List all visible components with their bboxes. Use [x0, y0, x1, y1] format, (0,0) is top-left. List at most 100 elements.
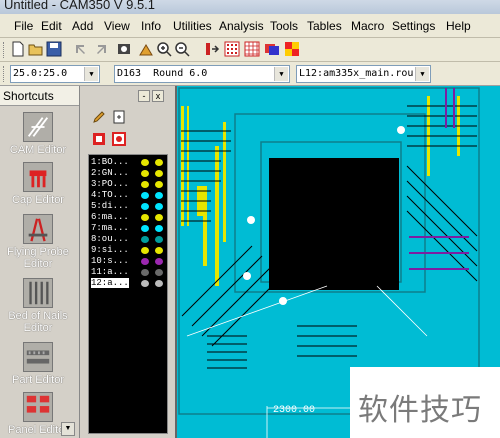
layer-color-swatch[interactable] [141, 192, 149, 199]
shortcut-cam-editor[interactable]: CAM Editor [0, 112, 76, 156]
save-icon[interactable] [46, 41, 62, 57]
cam-editor-icon [23, 112, 53, 142]
layer-color-swatch[interactable] [141, 247, 149, 254]
layer-color-swatch[interactable] [141, 258, 149, 265]
chevron-down-icon[interactable]: ▼ [274, 67, 288, 81]
layer-item[interactable]: 4:TO... [91, 190, 167, 201]
layer-item[interactable]: 6:ma... [91, 212, 167, 223]
layer-color-swatch[interactable] [141, 203, 149, 210]
layer-item[interactable]: 2:GN... [91, 168, 167, 179]
dcode-select-value: D163 Round 6.0 [117, 68, 208, 79]
layer-color-swatch[interactable] [155, 269, 163, 276]
close-button[interactable]: x [152, 90, 164, 102]
redo-icon[interactable] [94, 41, 110, 57]
layer-color-swatch[interactable] [141, 181, 149, 188]
layer-color-swatch[interactable] [155, 159, 163, 166]
layer-label: 3:PO... [91, 179, 129, 189]
layer-color-swatch[interactable] [141, 159, 149, 166]
redraw-icon[interactable] [116, 41, 132, 57]
layer-item[interactable]: 9:si... [91, 245, 167, 256]
layer-delete-icon[interactable] [112, 132, 126, 146]
toolbar-grip[interactable] [3, 42, 6, 58]
menu-file[interactable]: File [14, 19, 33, 33]
menu-info[interactable]: Info [141, 19, 161, 33]
layer-color-swatch[interactable] [155, 258, 163, 265]
part-editor-icon [23, 342, 53, 372]
shortcut-flying-probe[interactable]: Flying Probe Editor [0, 214, 76, 270]
layer-color-swatch[interactable] [141, 170, 149, 177]
chevron-down-icon[interactable]: ▼ [415, 67, 429, 81]
combobar-grip[interactable] [3, 66, 6, 82]
layer-item[interactable]: 10:s... [91, 256, 167, 267]
layer-item[interactable]: 1:BO... [91, 157, 167, 168]
dcode-select[interactable]: D163 Round 6.0 ▼ [114, 65, 290, 83]
menu-tools[interactable]: Tools [270, 19, 298, 33]
menu-settings[interactable]: Settings [392, 19, 435, 33]
scroll-down-button[interactable]: ▼ [61, 422, 75, 436]
layer-color-swatch[interactable] [155, 247, 163, 254]
shortcuts-header: Shortcuts [0, 86, 79, 106]
grid-icon[interactable] [224, 41, 240, 57]
menu-tables[interactable]: Tables [307, 19, 342, 33]
shortcuts-panel: Shortcuts CAM Editor Cap Editor Flying P… [0, 86, 80, 438]
layer-color-swatch[interactable] [155, 214, 163, 221]
chevron-down-icon[interactable]: ▼ [84, 67, 98, 81]
layer-item[interactable]: 7:ma... [91, 223, 167, 234]
combo-bar: 25.0:25.0 ▼ D163 Round 6.0 ▼ L12:am335x_… [0, 62, 500, 86]
pan-icon[interactable] [204, 41, 220, 57]
pencil-icon[interactable] [92, 110, 106, 124]
layer-item-active[interactable]: 12:a... [91, 278, 167, 289]
menu-edit[interactable]: Edit [41, 19, 62, 33]
layer-item[interactable]: 5:di... [91, 201, 167, 212]
layer-label: 5:di... [91, 201, 129, 211]
layer-label: 9:si... [91, 245, 129, 255]
layer-color-swatch[interactable] [155, 280, 163, 287]
layer-color-swatch[interactable] [155, 181, 163, 188]
dimension-label: 2300.00 [273, 405, 315, 416]
shortcut-part-editor[interactable]: Part Editor [0, 342, 76, 386]
layer-add-icon[interactable] [112, 110, 126, 124]
clear-icon[interactable] [138, 41, 154, 57]
menu-help[interactable]: Help [446, 19, 471, 33]
layers-icon[interactable] [264, 41, 280, 57]
layer-item[interactable]: 11:a... [91, 267, 167, 278]
layer-color-swatch[interactable] [155, 236, 163, 243]
grid-alt-icon[interactable] [244, 41, 260, 57]
layer-color-swatch[interactable] [141, 236, 149, 243]
layer-label: 2:GN... [91, 168, 129, 178]
shortcut-bed-of-nails[interactable]: Bed of Nails Editor [0, 278, 76, 334]
layer-color-swatch[interactable] [155, 225, 163, 232]
title-bar: Untitled - CAM350 V 9.5.1 [0, 0, 500, 14]
layer-label: 8:ou... [91, 234, 129, 244]
layer-color-swatch[interactable] [155, 170, 163, 177]
layer-color-swatch[interactable] [141, 269, 149, 276]
layer-item[interactable]: 8:ou... [91, 234, 167, 245]
zoom-in-icon[interactable] [156, 41, 172, 57]
layer-label: 12:a... [91, 278, 129, 288]
menu-utilities[interactable]: Utilities [173, 19, 212, 33]
menu-view[interactable]: View [104, 19, 130, 33]
undo-icon[interactable] [72, 41, 88, 57]
layer-color-swatch[interactable] [141, 225, 149, 232]
layer-label: 4:TO... [91, 190, 129, 200]
menu-analysis[interactable]: Analysis [219, 19, 264, 33]
open-file-icon[interactable] [28, 41, 44, 57]
menu-add[interactable]: Add [72, 19, 93, 33]
zoom-out-icon[interactable] [174, 41, 190, 57]
layer-color-swatch[interactable] [155, 203, 163, 210]
shortcut-cap-editor[interactable]: Cap Editor [0, 162, 76, 206]
window-title: Untitled - CAM350 V 9.5.1 [4, 0, 156, 12]
layer-select[interactable]: L12:am335x_main.rou ▼ [296, 65, 431, 83]
menu-bar: File Edit Add View Info Utilities Analys… [0, 14, 500, 38]
layer-item[interactable]: 3:PO... [91, 179, 167, 190]
new-file-icon[interactable] [10, 41, 26, 57]
layer-color-swatch[interactable] [141, 280, 149, 287]
layer-color-swatch[interactable] [155, 192, 163, 199]
minimize-button[interactable]: - [138, 90, 150, 102]
colors-icon[interactable] [284, 41, 300, 57]
menu-macro[interactable]: Macro [351, 19, 384, 33]
layer-copy-icon[interactable] [92, 132, 106, 146]
watermark-text: 软件技巧 [358, 393, 482, 428]
layer-color-swatch[interactable] [141, 214, 149, 221]
grid-select[interactable]: 25.0:25.0 ▼ [10, 65, 100, 83]
